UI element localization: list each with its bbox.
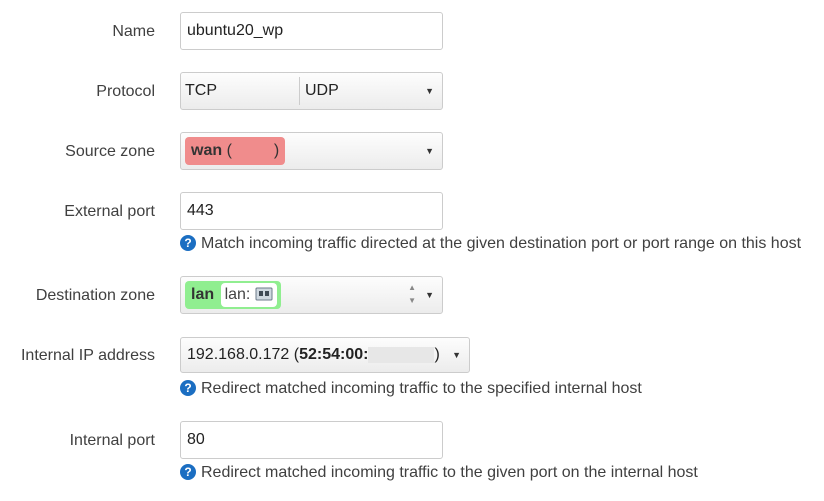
triangle-down-icon[interactable]: ▼ [452, 350, 461, 360]
name-input[interactable]: ubuntu20_wp [180, 12, 443, 50]
destination-zone-label: Destination zone [35, 287, 155, 304]
triangle-down-icon[interactable]: ▼ [425, 146, 434, 156]
name-label: Name [112, 23, 155, 40]
question-circle-icon: ? [180, 380, 196, 396]
internal-ip-select[interactable]: 192.168.0.172 (52:54:00:) ▼ [180, 337, 470, 373]
triangle-down-icon[interactable]: ▼ [425, 86, 434, 96]
ethernet-port-icon [255, 287, 273, 301]
question-circle-icon: ? [180, 235, 196, 251]
question-circle-icon: ? [180, 464, 196, 480]
external-port-help: ? Match incoming traffic directed at the … [180, 235, 801, 253]
zone-name: lan [191, 286, 215, 303]
spinner-arrows-icon[interactable]: ▲ ▼ [408, 281, 416, 307]
protocol-option-tcp[interactable]: TCP [181, 73, 217, 109]
protocol-option-udp[interactable]: UDP [301, 73, 339, 109]
zone-badge-wan[interactable]: wan () [185, 137, 286, 165]
mac-prefix: 52:54:00: [299, 346, 369, 363]
external-port-label: External port [64, 203, 155, 220]
destination-zone-select[interactable]: lan lan: ▲ ▼ ▼ [180, 276, 443, 314]
protocol-divider [299, 77, 300, 105]
protocol-select[interactable]: TCP UDP ▼ [180, 72, 443, 110]
internal-port-input[interactable]: 80 [180, 421, 443, 459]
external-port-help-text: Match incoming traffic directed at the g… [201, 235, 802, 252]
zone-name: wan [191, 142, 223, 159]
internal-port-help-text: Redirect matched incoming traffic to the… [201, 464, 698, 481]
internal-ip-help: ? Redirect matched incoming traffic to th… [180, 380, 642, 398]
internal-port-label: Internal port [69, 432, 155, 449]
redacted-block [231, 143, 274, 158]
internal-port-help: ? Redirect matched incoming traffic to th… [180, 464, 698, 482]
network-chip: lan: [220, 283, 277, 307]
external-port-input[interactable]: 443 [180, 192, 443, 230]
triangle-down-icon[interactable]: ▼ [425, 290, 434, 300]
ip-value: 192.168.0.172 [187, 346, 290, 363]
internal-ip-label: Internal IP address [20, 347, 155, 364]
zone-badge-lan[interactable]: lan lan: [185, 281, 281, 309]
zone-paren-close: ) [273, 142, 280, 159]
protocol-label: Protocol [96, 83, 155, 100]
internal-ip-value: 192.168.0.172 (52:54:00:) [187, 346, 440, 363]
internal-ip-help-text: Redirect matched incoming traffic to the… [201, 380, 642, 397]
redacted-block [368, 346, 435, 363]
source-zone-label: Source zone [65, 143, 155, 160]
source-zone-select[interactable]: wan () ▼ [180, 132, 443, 170]
network-label: lan: [224, 286, 251, 303]
